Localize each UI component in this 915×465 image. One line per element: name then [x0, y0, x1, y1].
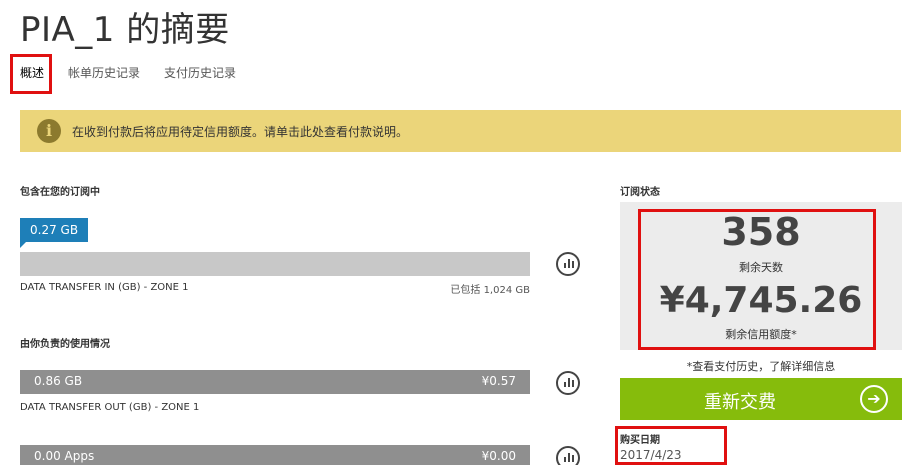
meter-name: DATA TRANSFER OUT (GB) - ZONE 1: [20, 402, 200, 413]
usage-bar: 0.86 GB ¥0.57: [20, 370, 530, 394]
highlight-box-purchase-date: [615, 426, 727, 465]
chart-button[interactable]: [556, 252, 580, 276]
tab-payment-history[interactable]: 支付历史记录: [164, 64, 236, 81]
chart-button[interactable]: [556, 371, 580, 395]
usage-cost: ¥0.00: [481, 449, 516, 463]
usage-bar: [20, 252, 530, 276]
usage-amount: 0.86 GB: [34, 374, 83, 388]
usage-amount: 0.00 Apps: [34, 449, 95, 463]
meter-name: DATA TRANSFER IN (GB) - ZONE 1: [20, 282, 189, 293]
tab-billing-history[interactable]: 帐单历史记录: [68, 64, 140, 81]
subscription-status-heading: 订阅状态: [620, 187, 660, 198]
usage-cost: ¥0.57: [481, 374, 516, 388]
included-heading: 包含在您的订阅中: [20, 187, 100, 198]
banner-message-link[interactable]: 在收到付款后将应用待定信用额度。请单击此处查看付款说明。: [72, 123, 408, 140]
notification-banner: i 在收到付款后将应用待定信用额度。请单击此处查看付款说明。: [20, 110, 901, 152]
arrow-right-icon: ➔: [860, 385, 888, 413]
usage-bar: 0.00 Apps ¥0.00: [20, 445, 530, 465]
info-icon: i: [37, 119, 61, 143]
usage-heading: 由你负责的使用情况: [20, 339, 110, 350]
payment-history-link[interactable]: *查看支付历史，了解详细信息: [620, 358, 902, 374]
page-title: PIA_1 的摘要: [20, 10, 230, 50]
highlight-box-overview-tab: [10, 54, 52, 94]
usage-flag: 0.27 GB: [20, 218, 88, 248]
chart-button[interactable]: [556, 446, 580, 465]
highlight-box-status: [638, 209, 876, 350]
renew-label: 重新交费: [704, 392, 776, 413]
meter-included-note: 已包括 1,024 GB: [450, 285, 530, 296]
renew-button[interactable]: 重新交费 ➔: [620, 378, 902, 420]
